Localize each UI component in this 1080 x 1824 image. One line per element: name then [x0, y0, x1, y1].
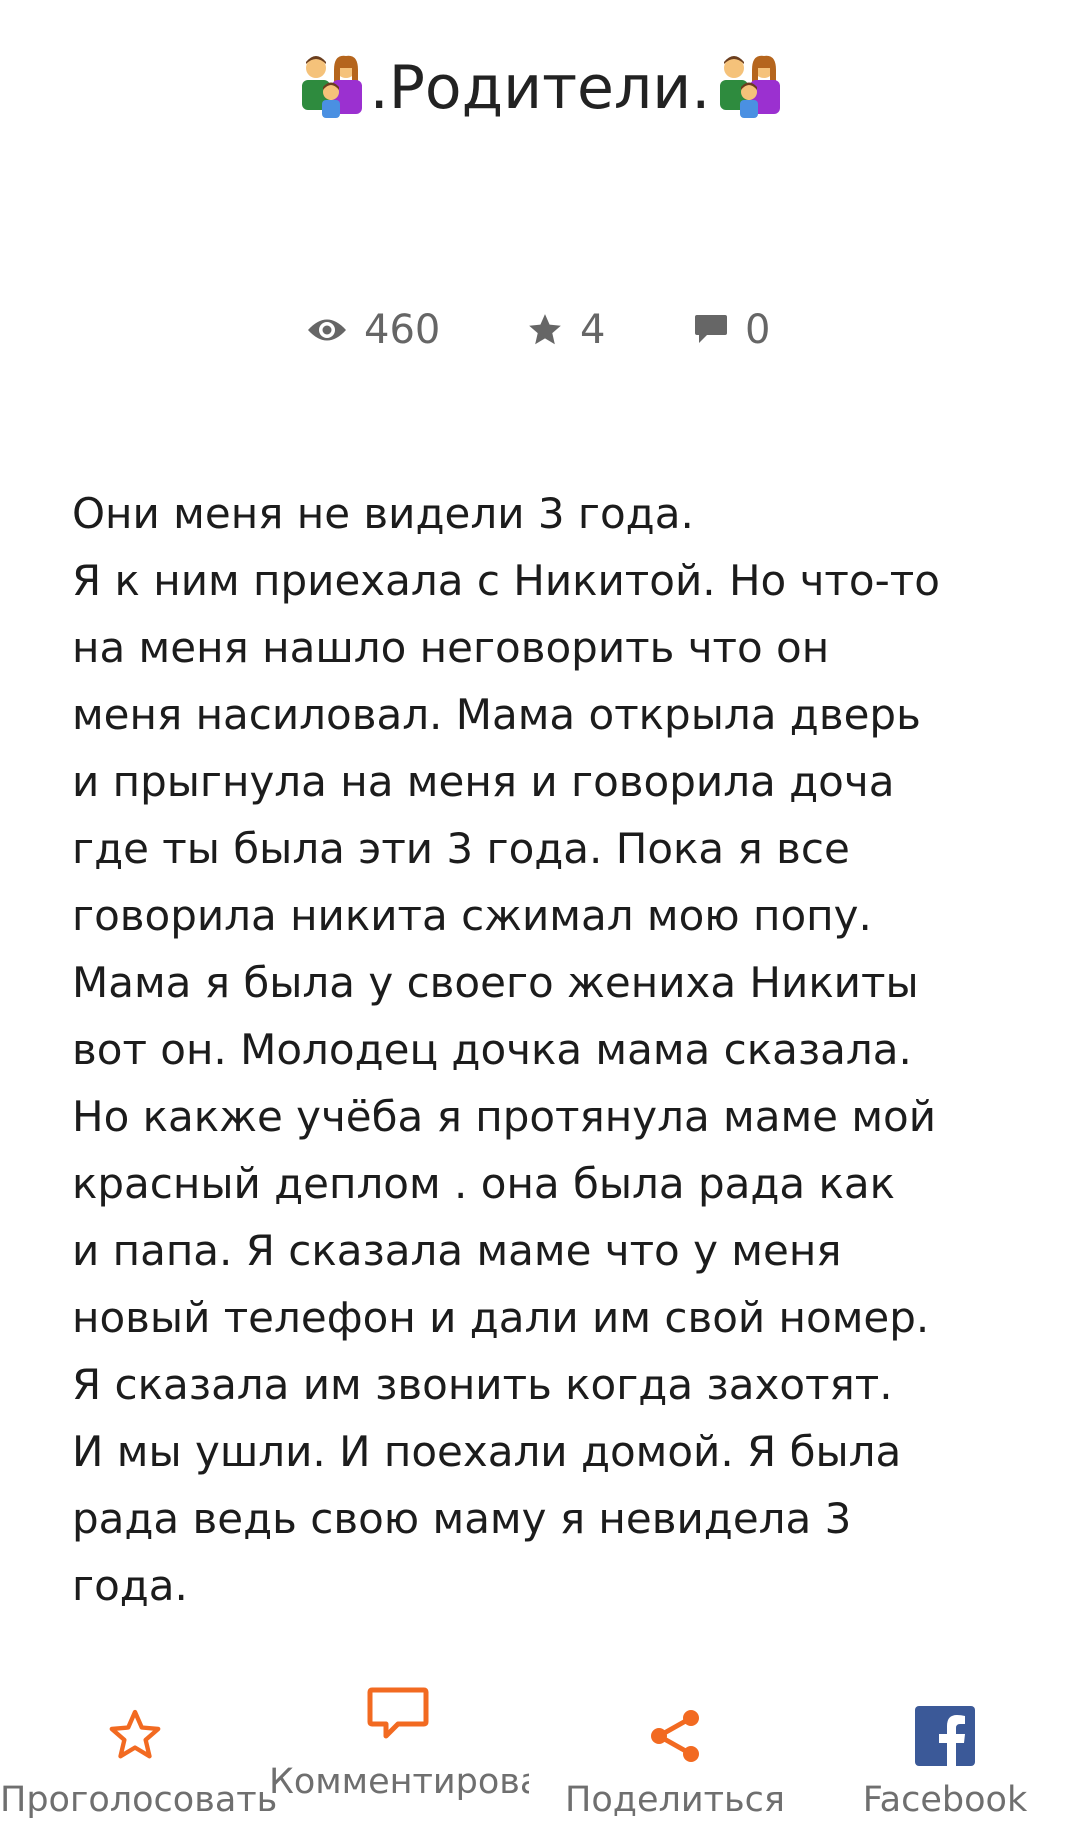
vote-button-label: Проголосовать	[0, 1780, 278, 1820]
comments-count: 0	[745, 307, 771, 353]
eye-icon	[308, 319, 346, 341]
bottom-action-bar: Проголосовать Комментировать Поделиться	[0, 1680, 1080, 1824]
story-line: на меня нашло неговорить что он	[72, 623, 830, 672]
story-stats: 460 4 0	[0, 300, 1080, 360]
story-title: .Родители.	[369, 53, 711, 123]
story-line: где ты была эти 3 года. Пока я все	[72, 824, 850, 873]
comments-stat: 0	[693, 300, 770, 360]
share-icon	[651, 1710, 699, 1762]
story-line: Мама я была у своего жениха Никиты	[72, 958, 919, 1007]
comment-button[interactable]: Комментировать	[265, 1680, 530, 1824]
share-button-label: Поделиться	[565, 1780, 785, 1820]
vote-button[interactable]: Проголосовать	[0, 1680, 278, 1824]
votes-count: 4	[580, 307, 606, 353]
views-stat: 460	[306, 300, 440, 360]
family-emoji-icon	[292, 54, 370, 120]
story-line: Но какже учёба я протянула маме мой	[72, 1092, 937, 1141]
story-line: и прыгнула на меня и говорила доча	[72, 757, 895, 806]
facebook-icon	[915, 1706, 975, 1766]
story-line: И мы ушли. И поехали домой. Я была	[72, 1427, 902, 1476]
story-line: говорила никита сжимал мою попу.	[72, 891, 872, 940]
share-button[interactable]: Поделиться	[540, 1680, 810, 1824]
story-line: красный деплом . она была рада как	[72, 1159, 895, 1208]
story-line: вот он. Молодец дочка мама сказала.	[72, 1025, 912, 1074]
story-line: и папа. Я сказала маме что у меня	[72, 1226, 842, 1275]
star-outline-icon	[109, 1709, 161, 1759]
story-body: Они меня не видели 3 года. Я к ним приех…	[72, 480, 992, 1619]
votes-stat: 4	[526, 300, 605, 360]
story-line: года.	[72, 1561, 188, 1610]
comment-icon	[695, 315, 727, 343]
story-line: меня насиловал. Мама открыла дверь	[72, 690, 921, 739]
story-line: Я сказала им звонить когда захотят.	[72, 1360, 893, 1409]
comment-outline-icon	[367, 1687, 428, 1739]
comment-button-label: Комментировать	[269, 1762, 529, 1802]
facebook-button-label: Facebook	[862, 1780, 1028, 1820]
facebook-button[interactable]: Facebook	[810, 1680, 1080, 1824]
family-emoji-icon	[710, 54, 788, 120]
star-icon	[529, 314, 561, 345]
story-title-row: .Родители.	[0, 52, 1080, 124]
views-count: 460	[364, 307, 441, 353]
story-line: новый телефон и дали им свой номер.	[72, 1293, 930, 1342]
story-line: рада ведь свою маму я невидела 3	[72, 1494, 852, 1543]
story-line: Они меня не видели 3 года.	[72, 489, 694, 538]
story-line: Я к ним приехала с Никитой. Но что-то	[72, 556, 940, 605]
story-page: .Родители. 460 4 0 Они меня не видели 3 …	[0, 0, 1080, 1824]
